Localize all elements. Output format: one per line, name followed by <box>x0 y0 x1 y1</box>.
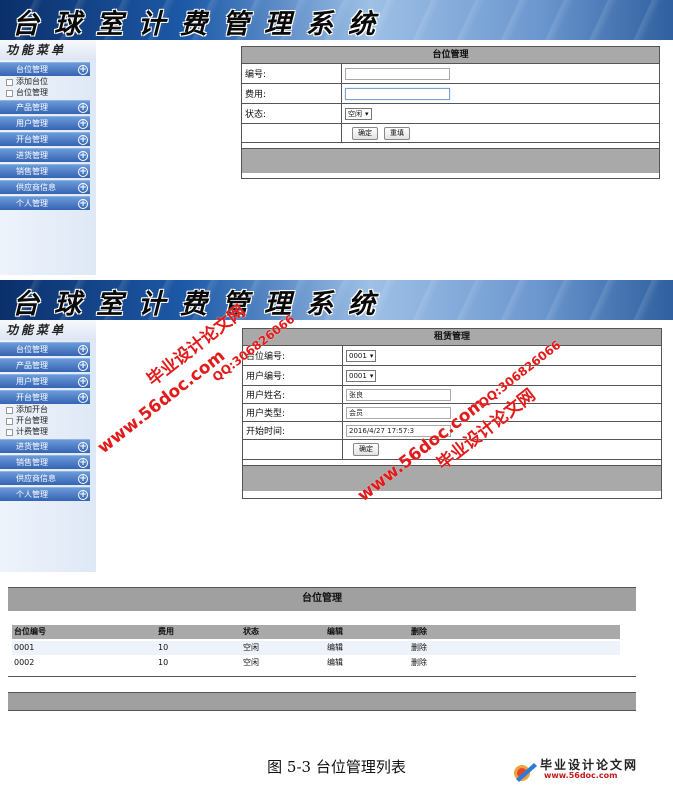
menu-header: 功能菜单 <box>0 320 96 340</box>
app-title: 台球室计费管理系统 <box>12 9 390 40</box>
edit-link[interactable]: 编辑 <box>327 656 411 670</box>
panel-title: 台位管理 <box>242 47 659 64</box>
header-delete: 删除 <box>411 627 427 636</box>
table-row: 0001 10 空闲 编辑 删除 <box>12 641 620 655</box>
header-status: 状态 <box>243 627 259 636</box>
list-title: 台位管理 <box>302 593 342 604</box>
fee-input[interactable] <box>345 87 450 100</box>
plus-icon[interactable]: + <box>78 119 88 129</box>
confirm-button[interactable]: 确定 <box>353 443 379 456</box>
plus-icon[interactable]: + <box>78 377 88 387</box>
screenshot-rental: 台球室计费管理系统 功能菜单 台位管理 + 产品管理 + 用户管理 + 开台管理 + 添… <box>0 280 673 572</box>
edit-link[interactable]: 编辑 <box>327 641 411 655</box>
chevron-down-icon: ▾ <box>369 371 374 380</box>
screenshot-table-list: 台位管理 台位编号 费用 状态 编辑 删除 0001 10 空闲 编辑 删除 0… <box>0 577 640 749</box>
plus-icon[interactable]: + <box>78 135 88 145</box>
plus-icon[interactable]: + <box>78 65 88 75</box>
plus-icon[interactable]: + <box>78 345 88 355</box>
plus-icon[interactable]: + <box>78 103 88 113</box>
menu-item-open[interactable]: 开台管理 + <box>0 132 90 146</box>
form-row-user-no: 用户编号: 0001 ▾ <box>243 366 661 386</box>
table-form-panel: 台位管理 编号: 费用: 状态: 空闲 ▾ 确定 重填 <box>241 46 660 179</box>
logo-url: www.56doc.com <box>544 771 618 780</box>
reset-button[interactable]: 重填 <box>384 126 410 140</box>
menu-header: 功能菜单 <box>0 40 96 60</box>
menu-item-user[interactable]: 用户管理 + <box>0 374 90 388</box>
screenshot-table-add: 台球室计费管理系统 功能菜单 台位管理 + 添加台位 台位管理 产品管理 + 用户管… <box>0 0 673 275</box>
app-title: 台球室计费管理系统 <box>12 289 390 320</box>
table-row: 0002 10 空闲 编辑 删除 <box>12 656 620 670</box>
header-edit: 编辑 <box>327 627 343 636</box>
panel-title: 租赁管理 <box>243 329 661 346</box>
menu-item-supplier[interactable]: 供应商信息 + <box>0 180 90 194</box>
form-row-user-name: 用户姓名: 张良 <box>243 386 661 404</box>
form-row-actions: 确定 重填 <box>242 124 659 143</box>
sidebar: 功能菜单 台位管理 + 产品管理 + 用户管理 + 开台管理 + 添加开台 开台管理 计… <box>0 320 96 572</box>
status-select[interactable]: 空闲 ▾ <box>345 107 372 120</box>
header-fee: 费用 <box>158 627 174 636</box>
delete-link[interactable]: 删除 <box>411 641 511 655</box>
delete-link[interactable]: 删除 <box>411 656 511 670</box>
plus-icon[interactable]: + <box>78 183 88 193</box>
list-table: 台位编号 费用 状态 编辑 删除 0001 10 空闲 编辑 删除 0002 1… <box>8 611 636 677</box>
menu-item-sales[interactable]: 销售管理 + <box>0 455 90 469</box>
menu-item-supplier[interactable]: 供应商信息 + <box>0 471 90 485</box>
number-input[interactable] <box>345 67 450 80</box>
form-row-fee: 费用: <box>242 84 659 104</box>
chevron-down-icon: ▾ <box>365 109 369 118</box>
plus-icon[interactable]: + <box>78 442 88 452</box>
app-banner: 台球室计费管理系统 <box>0 0 673 40</box>
submenu-open-manage[interactable]: 开台管理 <box>0 415 96 426</box>
table-no-select[interactable]: 0001 ▾ <box>346 349 377 362</box>
menu-item-product[interactable]: 产品管理 + <box>0 358 90 372</box>
menu-item-sales[interactable]: 销售管理 + <box>0 164 90 178</box>
app-banner: 台球室计费管理系统 <box>0 280 673 320</box>
plus-icon[interactable]: + <box>78 490 88 500</box>
plus-icon[interactable]: + <box>78 199 88 209</box>
plus-icon[interactable]: + <box>78 151 88 161</box>
list-footer <box>8 693 636 711</box>
form-row-status: 状态: 空闲 ▾ <box>242 104 659 124</box>
plus-icon[interactable]: + <box>78 167 88 177</box>
menu-item-personal[interactable]: 个人管理 + <box>0 487 90 501</box>
chevron-down-icon: ▾ <box>369 351 374 360</box>
submenu-table-manage[interactable]: 台位管理 <box>0 87 96 98</box>
panel-footer <box>242 149 659 173</box>
menu-item-purchase[interactable]: 进货管理 + <box>0 439 90 453</box>
plus-icon[interactable]: + <box>78 393 88 403</box>
form-row-table-no: 台位编号: 0001 ▾ <box>243 346 661 366</box>
plus-icon[interactable]: + <box>78 458 88 468</box>
user-name-input[interactable]: 张良 <box>346 388 451 401</box>
site-logo: 毕业设计论文网 www.56doc.com <box>512 757 670 783</box>
header-table-no: 台位编号 <box>14 627 46 636</box>
sidebar: 功能菜单 台位管理 + 添加台位 台位管理 产品管理 + 用户管理 + 开台管理 + 进… <box>0 40 96 275</box>
user-type-input[interactable]: 会员 <box>346 406 451 419</box>
menu-item-open[interactable]: 开台管理 + <box>0 390 90 404</box>
menu-item-table[interactable]: 台位管理 + <box>0 62 90 76</box>
submenu-add-open[interactable]: 添加开台 <box>0 404 96 415</box>
submenu-billing[interactable]: 计费管理 <box>0 426 96 437</box>
menu-item-table[interactable]: 台位管理 + <box>0 342 90 356</box>
form-row-number: 编号: <box>242 64 659 84</box>
menu-item-personal[interactable]: 个人管理 + <box>0 196 90 210</box>
menu-item-purchase[interactable]: 进货管理 + <box>0 148 90 162</box>
submenu-add-table[interactable]: 添加台位 <box>0 76 96 87</box>
plus-icon[interactable]: + <box>78 474 88 484</box>
plus-icon[interactable]: + <box>78 361 88 371</box>
panel-footer <box>243 466 661 491</box>
menu-item-user[interactable]: 用户管理 + <box>0 116 90 130</box>
menu-item-product[interactable]: 产品管理 + <box>0 100 90 114</box>
confirm-button[interactable]: 确定 <box>352 126 378 140</box>
user-no-select[interactable]: 0001 ▾ <box>346 369 377 382</box>
table-header: 台位编号 费用 状态 编辑 删除 <box>12 625 620 639</box>
logo-pencil-icon <box>514 763 537 782</box>
